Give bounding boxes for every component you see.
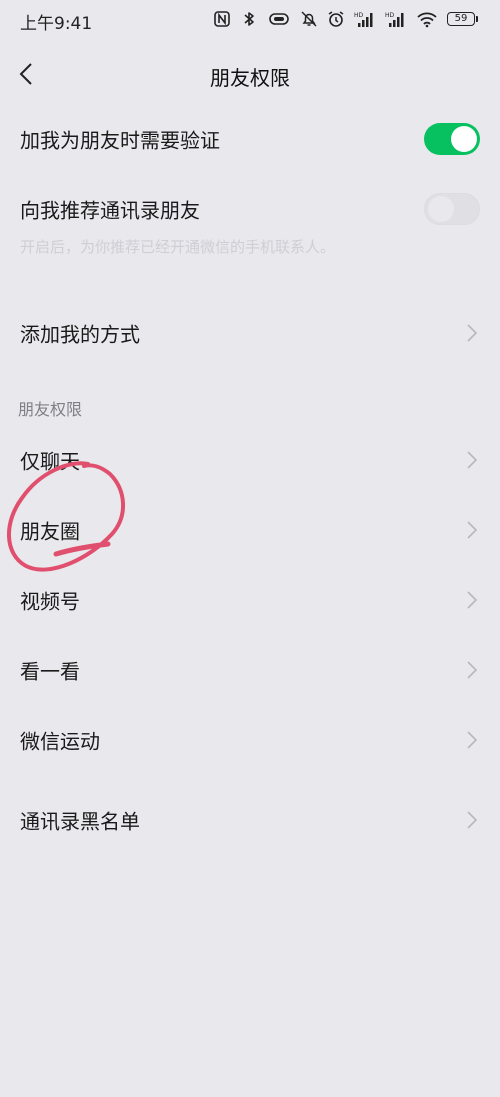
svg-text:HD: HD bbox=[354, 12, 364, 19]
list-item-label: 朋友圈 bbox=[20, 519, 80, 544]
status-bar: 上午9:41 HD HD 59 bbox=[0, 0, 500, 40]
recommend-contacts-row: 向我推荐通讯录朋友 bbox=[0, 174, 500, 244]
chevron-right-icon bbox=[466, 810, 478, 830]
friend-permissions-header: 朋友权限 bbox=[18, 400, 83, 419]
chevron-right-icon bbox=[466, 660, 478, 680]
list-item-label: 看一看 bbox=[20, 659, 80, 684]
signal-hd-icon: HD bbox=[385, 10, 407, 28]
recommend-contacts-hint: 开启后，为你推荐已经开通微信的手机联系人。 bbox=[20, 238, 336, 256]
battery-level: 59 bbox=[447, 12, 475, 26]
recommend-contacts-toggle[interactable] bbox=[424, 193, 480, 225]
add-methods-label: 添加我的方式 bbox=[20, 322, 140, 347]
recommend-contacts-label: 向我推荐通讯录朋友 bbox=[20, 198, 200, 223]
svg-text:HD: HD bbox=[385, 12, 395, 19]
list-item-label: 视频号 bbox=[20, 589, 80, 614]
list-item-label: 仅聊天 bbox=[20, 449, 80, 474]
permission-item-top-stories[interactable]: 看一看 bbox=[0, 635, 500, 705]
signal-hd-icon: HD bbox=[354, 10, 376, 28]
blocklist-label: 通讯录黑名单 bbox=[20, 809, 140, 834]
list-item-label: 微信运动 bbox=[20, 729, 100, 754]
chevron-right-icon bbox=[466, 520, 478, 540]
permission-item-moments[interactable]: 朋友圈 bbox=[0, 495, 500, 565]
chevron-right-icon bbox=[466, 730, 478, 750]
alarm-icon bbox=[327, 10, 345, 28]
permission-item-chat-only[interactable]: 仅聊天 bbox=[0, 425, 500, 495]
wifi-icon bbox=[416, 10, 438, 28]
nav-bar: 朋友权限 bbox=[0, 44, 500, 104]
contacts-blocklist-row[interactable]: 通讯录黑名单 bbox=[0, 785, 500, 855]
add-methods-row[interactable]: 添加我的方式 bbox=[0, 298, 500, 368]
chevron-right-icon bbox=[466, 450, 478, 470]
battery-icon: 59 bbox=[447, 12, 478, 26]
verify-on-add-toggle[interactable] bbox=[424, 123, 480, 155]
page-title: 朋友权限 bbox=[210, 66, 290, 90]
status-icons: HD HD 59 bbox=[213, 10, 478, 28]
permission-item-channels[interactable]: 视频号 bbox=[0, 565, 500, 635]
bluetooth-icon bbox=[240, 10, 258, 28]
vibrate-icon bbox=[267, 10, 291, 28]
verify-on-add-label: 加我为朋友时需要验证 bbox=[20, 128, 220, 153]
chevron-right-icon bbox=[466, 323, 478, 343]
verify-on-add-row: 加我为朋友时需要验证 bbox=[0, 104, 500, 174]
permission-item-werun[interactable]: 微信运动 bbox=[0, 705, 500, 775]
chevron-right-icon bbox=[466, 590, 478, 610]
nfc-icon bbox=[213, 10, 231, 28]
mute-icon bbox=[300, 10, 318, 28]
status-time: 上午9:41 bbox=[20, 14, 93, 34]
